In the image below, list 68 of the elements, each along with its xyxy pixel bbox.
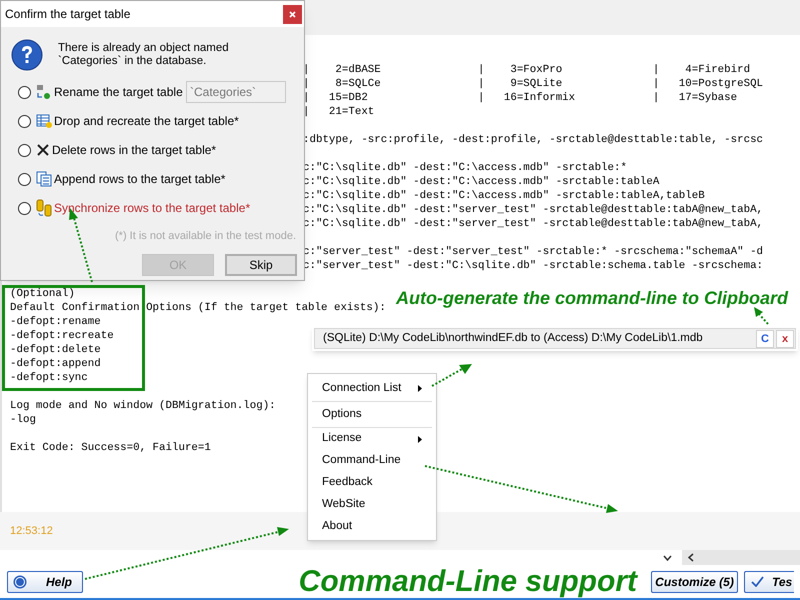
radio-button[interactable] bbox=[18, 86, 31, 98]
code-line: -defopt:recreate bbox=[10, 330, 114, 342]
radio-button[interactable] bbox=[18, 172, 31, 186]
dialog-title: Confirm the target table bbox=[5, 6, 130, 23]
submenu-arrow-icon bbox=[418, 385, 422, 392]
code-line: Default Confirmation Options (If the target table exists): bbox=[10, 302, 386, 314]
option-label[interactable]: Delete rows in the target table* bbox=[52, 141, 216, 159]
code-line: -defopt:rename bbox=[10, 316, 101, 328]
customize-button[interactable]: Customize (5) bbox=[651, 570, 738, 592]
close-icon bbox=[289, 10, 296, 18]
code-line: Log mode and No window (DBMigration.log): bbox=[10, 400, 276, 412]
documents-icon bbox=[36, 171, 52, 187]
help-icon bbox=[13, 574, 27, 588]
code-line: Exit Code: Success=0, Failure=1 bbox=[10, 442, 211, 454]
code-line: | 2=dBASE | 3=FoxPro | 4=Firebird bbox=[303, 64, 750, 76]
rename-icon bbox=[36, 84, 52, 100]
submenu-arrow-icon bbox=[418, 436, 422, 442]
code-line: | 8=SQLCe | 9=SQLite | 10=PostgreSQL bbox=[303, 78, 764, 90]
code-line: -defopt:sync bbox=[10, 372, 88, 384]
code-line: c:"C:\sqlite.db" -dest:"server_test" -srctable@desttable:tabA@new_tabA, bbox=[303, 218, 764, 230]
code-line: -log bbox=[10, 414, 36, 426]
copy-button[interactable]: C bbox=[756, 330, 774, 348]
option-label[interactable]: Synchronize rows to the target table* bbox=[54, 199, 250, 217]
table-icon bbox=[36, 113, 52, 129]
code-line: c:"C:\sqlite.db" -dest:"C:\access.mdb" -srctable:tableA bbox=[303, 176, 660, 188]
radio-button[interactable] bbox=[18, 144, 31, 156]
menu-item[interactable]: Connection List bbox=[312, 376, 432, 402]
option-label[interactable]: Append rows to the target table* bbox=[54, 170, 226, 188]
connection-text: (SQLite) D:\My CodeLib\northwindEF.db to (Access) D:\My CodeLib\1.mdb bbox=[323, 330, 704, 346]
cylinders-icon bbox=[36, 199, 52, 217]
dialog-button[interactable]: Skip bbox=[225, 254, 297, 276]
close-button[interactable]: x bbox=[776, 330, 794, 348]
footnote: (*) It is not available in the test mode. bbox=[114, 229, 297, 244]
dotted-arrow bbox=[432, 364, 472, 387]
question-icon bbox=[11, 39, 43, 71]
code-line: c:"C:\sqlite.db" -dest:"C:\access.mdb" -srctable:* bbox=[303, 162, 627, 174]
menu-item[interactable]: Feedback bbox=[312, 472, 432, 494]
code-line: -defopt:append bbox=[10, 358, 101, 370]
code-line: :dbtype, -src:profile, -dest:profile, -srctable@desttable:table, -srcsc bbox=[303, 134, 764, 146]
status-time: 12:53:12 bbox=[10, 524, 53, 539]
radio-button[interactable] bbox=[18, 114, 31, 128]
code-line: | 21=Text bbox=[303, 106, 374, 118]
menu-item[interactable]: License bbox=[312, 428, 432, 450]
code-line: c:"server_test" -dest:"C:\sqlite.db" -srctable:schema.table -srcschema: bbox=[303, 260, 764, 272]
radio-button[interactable] bbox=[18, 202, 31, 214]
dotted-arrow bbox=[754, 307, 769, 325]
chevron-left-icon[interactable] bbox=[688, 553, 694, 562]
code-line: | 15=DB2 | 16=Informix | 17=Sybase bbox=[303, 92, 738, 104]
menu-item[interactable]: Command-Line bbox=[312, 450, 432, 472]
delete-icon bbox=[36, 143, 50, 157]
test-button[interactable]: Tes bbox=[744, 570, 794, 592]
menu-item[interactable]: About bbox=[312, 516, 432, 538]
chevron-down-icon[interactable] bbox=[663, 554, 672, 560]
check-icon bbox=[751, 576, 764, 587]
option-label[interactable]: Rename the target table bbox=[54, 83, 183, 101]
annotation-caption: Auto-generate the command-line to Clipboard bbox=[396, 287, 788, 310]
help-button[interactable]: Help bbox=[7, 570, 83, 592]
code-line: c:"C:\sqlite.db" -dest:"server_test" -srctable@desttable:tabA@new_tabA, bbox=[303, 204, 764, 216]
code-line: c:"C:\sqlite.db" -dest:"C:\access.mdb" -srctable:tableA,tableB bbox=[303, 190, 705, 202]
code-line: c:"server_test" -dest:"server_test" -srctable:* -srcschema:"schemaA" -d bbox=[303, 246, 764, 258]
close-button[interactable] bbox=[283, 4, 302, 24]
menu-item[interactable]: WebSite bbox=[312, 494, 432, 516]
option-label[interactable]: Drop and recreate the target table* bbox=[54, 112, 239, 130]
code-line: -defopt:delete bbox=[10, 344, 101, 356]
feature-caption: Command-Line support bbox=[298, 566, 637, 596]
code-line: (Optional) bbox=[10, 288, 75, 300]
menu-item[interactable]: Options bbox=[312, 402, 432, 428]
dialog-message: There is already an object named `Categories` in the database. bbox=[58, 41, 230, 68]
